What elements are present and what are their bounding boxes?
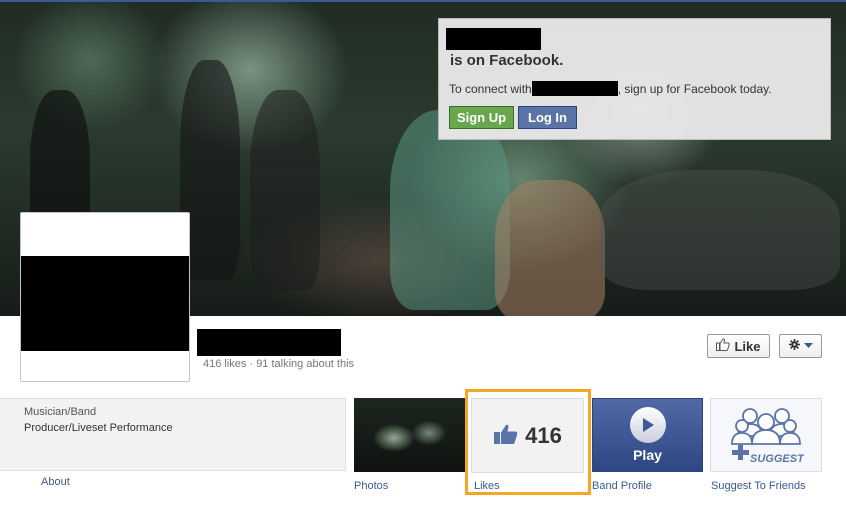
play-icon bbox=[629, 407, 666, 443]
redacted-name-inline bbox=[531, 81, 618, 96]
like-button[interactable]: Like bbox=[707, 334, 770, 358]
connect-message: To connect with , sign up for Facebook to… bbox=[449, 81, 772, 96]
like-button-label: Like bbox=[734, 338, 761, 354]
page-options-button[interactable] bbox=[779, 334, 822, 358]
page-category: Musician/Band bbox=[24, 406, 97, 418]
chevron-down-icon bbox=[803, 340, 813, 352]
about-box[interactable]: Musician/Band Producer/Liveset Performan… bbox=[0, 398, 346, 471]
redacted-profile-image bbox=[21, 256, 189, 351]
gear-icon bbox=[788, 339, 800, 353]
sign-up-button[interactable]: Sign Up bbox=[449, 106, 514, 129]
page-stats: 416 likes · 91 talking about this bbox=[203, 358, 355, 370]
profile-picture[interactable] bbox=[20, 212, 190, 382]
photos-app-thumbnail[interactable] bbox=[354, 398, 465, 472]
band-profile-app-label[interactable]: Band Profile bbox=[592, 480, 652, 492]
log-in-button[interactable]: Log In bbox=[518, 106, 577, 129]
top-border bbox=[0, 0, 846, 2]
suggest-app-tile[interactable]: SUGGEST bbox=[710, 398, 822, 472]
highlight-box bbox=[465, 389, 591, 495]
redacted-page-name bbox=[197, 329, 341, 356]
photos-app-label[interactable]: Photos bbox=[354, 480, 388, 492]
svg-text:SUGGEST: SUGGEST bbox=[750, 453, 804, 465]
page-description: Producer/Liveset Performance bbox=[24, 422, 173, 434]
play-label: Play bbox=[633, 447, 662, 463]
about-link[interactable]: About bbox=[41, 476, 70, 488]
connect-dialog: is on Facebook. To connect with , sign up… bbox=[438, 18, 831, 140]
thumbs-up-icon bbox=[716, 338, 731, 354]
suggest-friends-icon: SUGGEST bbox=[728, 402, 805, 469]
connect-title: is on Facebook. bbox=[450, 52, 564, 69]
connect-message-suffix: , sign up for Facebook today. bbox=[617, 82, 772, 96]
suggest-app-label[interactable]: Suggest To Friends bbox=[711, 480, 806, 492]
connect-message-prefix: To connect with bbox=[449, 82, 532, 96]
band-profile-app-tile[interactable]: Play bbox=[592, 398, 703, 472]
redacted-name bbox=[446, 28, 541, 50]
